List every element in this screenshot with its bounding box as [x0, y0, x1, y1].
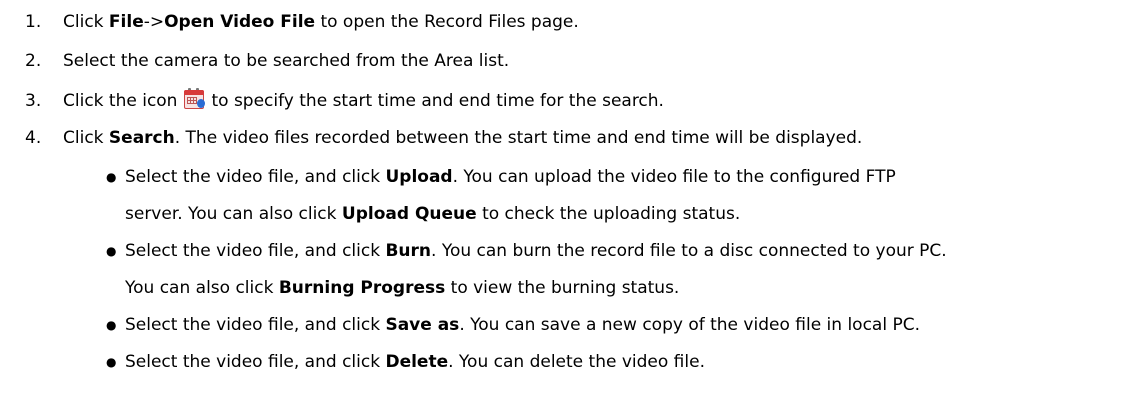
text-run: Select the video file, and click	[125, 167, 386, 187]
text-run: . You can upload the video file to the c…	[452, 167, 896, 187]
text-run: to check the uploading status.	[476, 204, 741, 224]
text-run: Click	[63, 128, 109, 148]
text-run: ->	[143, 12, 165, 32]
bold-term: Upload Queue	[341, 204, 477, 224]
step-number: 3.	[25, 91, 42, 111]
bold-term: Search	[108, 128, 175, 148]
step-text: Click Search. The video files recorded b…	[63, 121, 862, 155]
text-run: Click the icon	[63, 91, 178, 111]
text-run: . You can delete the video file.	[448, 352, 705, 372]
text-run: to open the Record Files page.	[315, 12, 579, 32]
bold-term: Delete	[385, 352, 449, 372]
text-run: server. You can also click	[125, 204, 342, 224]
bold-term: Burn	[385, 241, 432, 261]
bullet-text: Select the video file, and click Save as…	[125, 307, 920, 344]
step-number: 1.	[25, 12, 42, 32]
step-number: 2.	[25, 51, 42, 71]
text-run: You can also click	[125, 278, 279, 298]
text-run: . You can burn the record file to a disc…	[431, 241, 947, 261]
bold-term: Burning Progress	[278, 278, 446, 298]
calendar-icon	[183, 87, 206, 109]
step-number: 4.	[25, 128, 42, 148]
bullet-continuation: You can also click Burning Progress to v…	[125, 270, 679, 307]
text-run: to view the burning status.	[445, 278, 680, 298]
step-text: Click File->Open Video File to open the …	[63, 5, 579, 39]
bullet-continuation: server. You can also click Upload Queue …	[125, 196, 740, 233]
text-run: to specify the start time and end time f…	[211, 91, 664, 111]
bold-term: Open Video File	[164, 12, 316, 32]
bold-term: File	[108, 12, 144, 32]
bullet-text: Select the video file, and click Delete.…	[125, 344, 705, 381]
bullet-text: Select the video file, and click Upload.…	[125, 159, 896, 196]
bold-term: Save as	[385, 315, 460, 335]
text-run: . The video files recorded between the s…	[174, 128, 863, 148]
bullet-icon: ●	[106, 170, 117, 184]
bullet-icon: ●	[106, 318, 117, 332]
text-run: . You can save a new copy of the video f…	[459, 315, 920, 335]
step-text: Select the camera to be searched from th…	[63, 51, 510, 71]
bullet-text: Select the video file, and click Burn. Y…	[125, 233, 947, 270]
text-run: Click	[63, 12, 109, 32]
bullet-icon: ●	[106, 244, 117, 258]
text-run: Select the video file, and click	[125, 352, 386, 372]
text-run: Select the video file, and click	[125, 315, 386, 335]
text-run: Select the video file, and click	[125, 241, 386, 261]
step-text: Click the icon to specify the start time …	[63, 84, 664, 118]
bold-term: Upload	[385, 167, 453, 187]
bullet-icon: ●	[106, 355, 117, 369]
